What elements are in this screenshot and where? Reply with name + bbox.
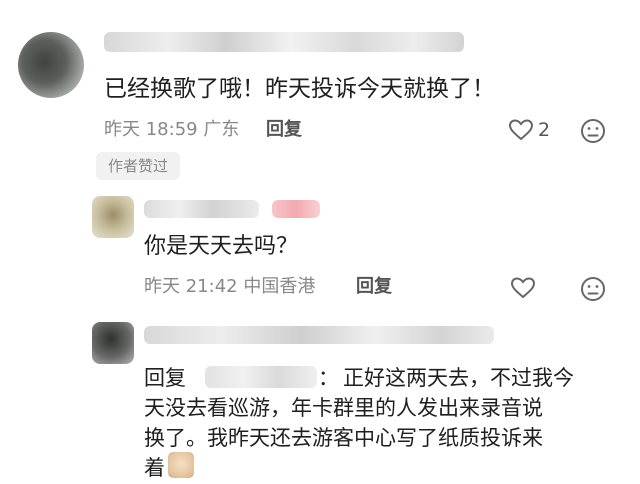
dislike-button[interactable]: [580, 118, 606, 144]
comment-line: ：正好这两天去，不过我今: [318, 362, 574, 394]
mentioned-username-blurred[interactable]: [205, 366, 317, 388]
like-button[interactable]: [508, 118, 534, 142]
comment-location: 中国香港: [243, 276, 316, 297]
like-count: 2: [538, 119, 551, 141]
user-badge-blurred: [272, 200, 320, 218]
comment-meta: 昨天 18:59 广东: [104, 118, 239, 142]
comment-time: 昨天 21:42: [144, 276, 238, 297]
avatar[interactable]: [18, 32, 84, 98]
comment-time: 昨天 18:59: [104, 119, 198, 140]
frown-face-icon: [581, 119, 605, 143]
username-blurred[interactable]: [104, 32, 464, 52]
author-liked-badge: 作者赞过: [96, 152, 181, 180]
comment-line-2: 天没去看巡游，年卡群里的人发出来录音说: [144, 396, 543, 420]
reply-prefix: 回复: [144, 366, 186, 390]
comment-location: 广东: [203, 119, 240, 140]
comment-line-3: 换了。我昨天还去游客中心写了纸质投诉来: [144, 426, 543, 450]
sticker-emoji-icon: [168, 452, 194, 478]
dislike-button[interactable]: [580, 276, 606, 302]
comment-text: 你是天天去吗？: [144, 234, 299, 259]
comment-line: 回复: [144, 362, 186, 394]
comment-text: 已经换歌了哦！昨天投诉今天就换了！: [104, 76, 495, 102]
comment-line-1: 正好这两天去，不过我今: [343, 366, 574, 390]
reply-button[interactable]: 回复: [266, 118, 302, 142]
heart-outline-icon: [508, 119, 534, 141]
comment-line-4: 着: [144, 456, 165, 480]
separator: ：: [318, 366, 339, 390]
comment-meta: 昨天 21:42 中国香港: [144, 275, 315, 299]
frown-face-icon: [581, 277, 605, 301]
like-button[interactable]: [510, 276, 536, 300]
username-blurred[interactable]: [144, 326, 494, 344]
username-blurred[interactable]: [144, 200, 259, 218]
heart-outline-icon: [510, 277, 536, 299]
avatar[interactable]: [92, 196, 134, 238]
avatar[interactable]: [92, 322, 134, 364]
reply-button[interactable]: 回复: [356, 275, 392, 299]
